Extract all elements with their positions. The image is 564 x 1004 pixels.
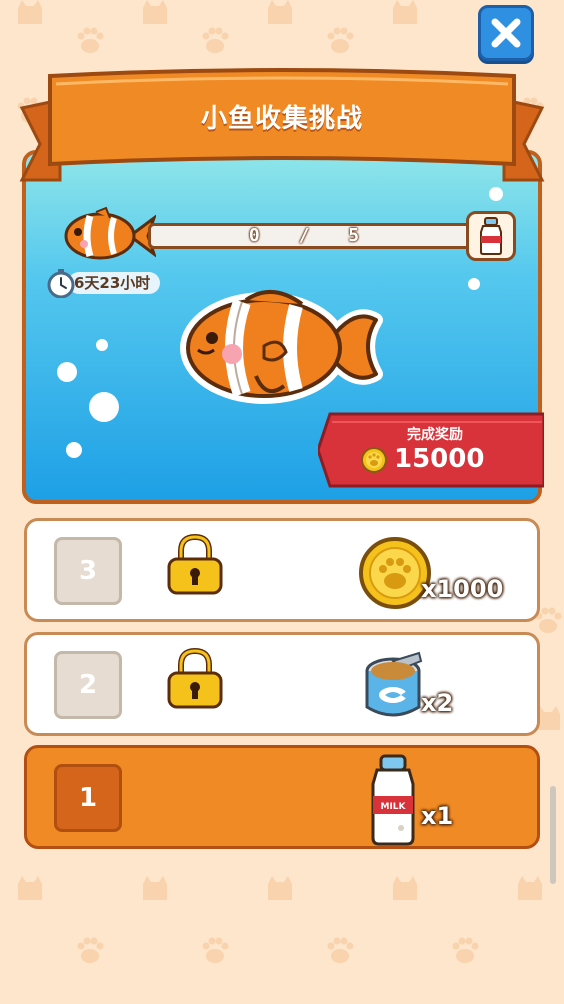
- paw-coin-icon: [361, 447, 387, 473]
- reward-quantity: x1000: [421, 575, 504, 603]
- tier-row-1[interactable]: 1 MILK x1: [24, 745, 540, 849]
- progress-text: 0 / 5: [248, 225, 374, 246]
- fish-can-icon: [365, 651, 423, 717]
- close-button[interactable]: [478, 5, 534, 61]
- tier-number: 1: [54, 764, 122, 832]
- bubbles-decoration-right: [468, 187, 503, 290]
- lock-icon: [167, 533, 223, 595]
- bubbles-decoration: [57, 339, 119, 458]
- reward-quantity: x2: [421, 689, 454, 717]
- timer-text: 6天23小时: [68, 272, 161, 294]
- lock-icon: [167, 647, 223, 709]
- page-title: 小鱼收集挑战: [200, 104, 363, 134]
- milk-bottle-icon: MILK: [371, 754, 415, 846]
- tier-number: 3: [54, 537, 122, 605]
- reward-label: 完成奖励: [407, 427, 463, 443]
- tier-row-3[interactable]: 3 x1000: [24, 518, 540, 622]
- svg-text:MILK: MILK: [380, 802, 406, 812]
- reward-quantity: x1: [421, 802, 454, 830]
- tier-row-2[interactable]: 2 x2: [24, 632, 540, 736]
- scrollbar[interactable]: [550, 786, 556, 884]
- clownfish-small-icon: [64, 206, 156, 260]
- close-icon: [491, 18, 521, 48]
- clownfish-icon: [180, 289, 383, 404]
- progress-bar: 0 / 5: [148, 223, 474, 249]
- stopwatch-icon: [47, 269, 75, 298]
- reward-amount: 15000: [394, 444, 485, 474]
- tier-number: 2: [54, 651, 122, 719]
